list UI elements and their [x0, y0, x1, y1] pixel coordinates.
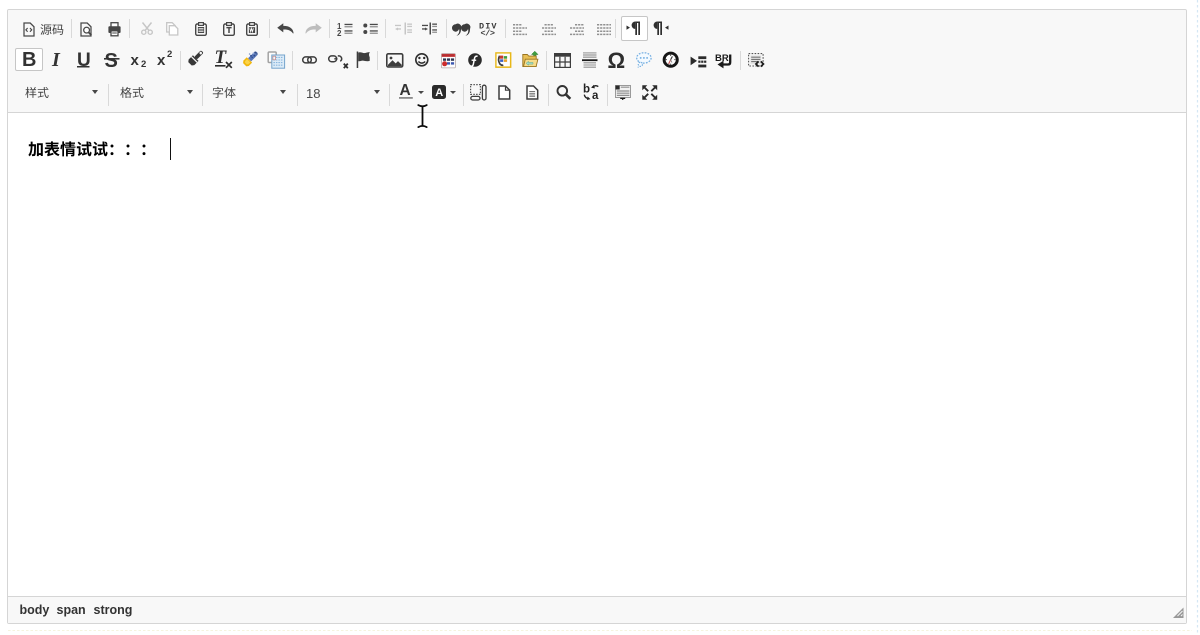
svg-text:b: b	[583, 84, 590, 96]
svg-text:A: A	[435, 87, 443, 99]
svg-text:2: 2	[337, 29, 342, 38]
svg-text:</>: </>	[481, 28, 496, 38]
svg-text:a: a	[592, 90, 599, 102]
